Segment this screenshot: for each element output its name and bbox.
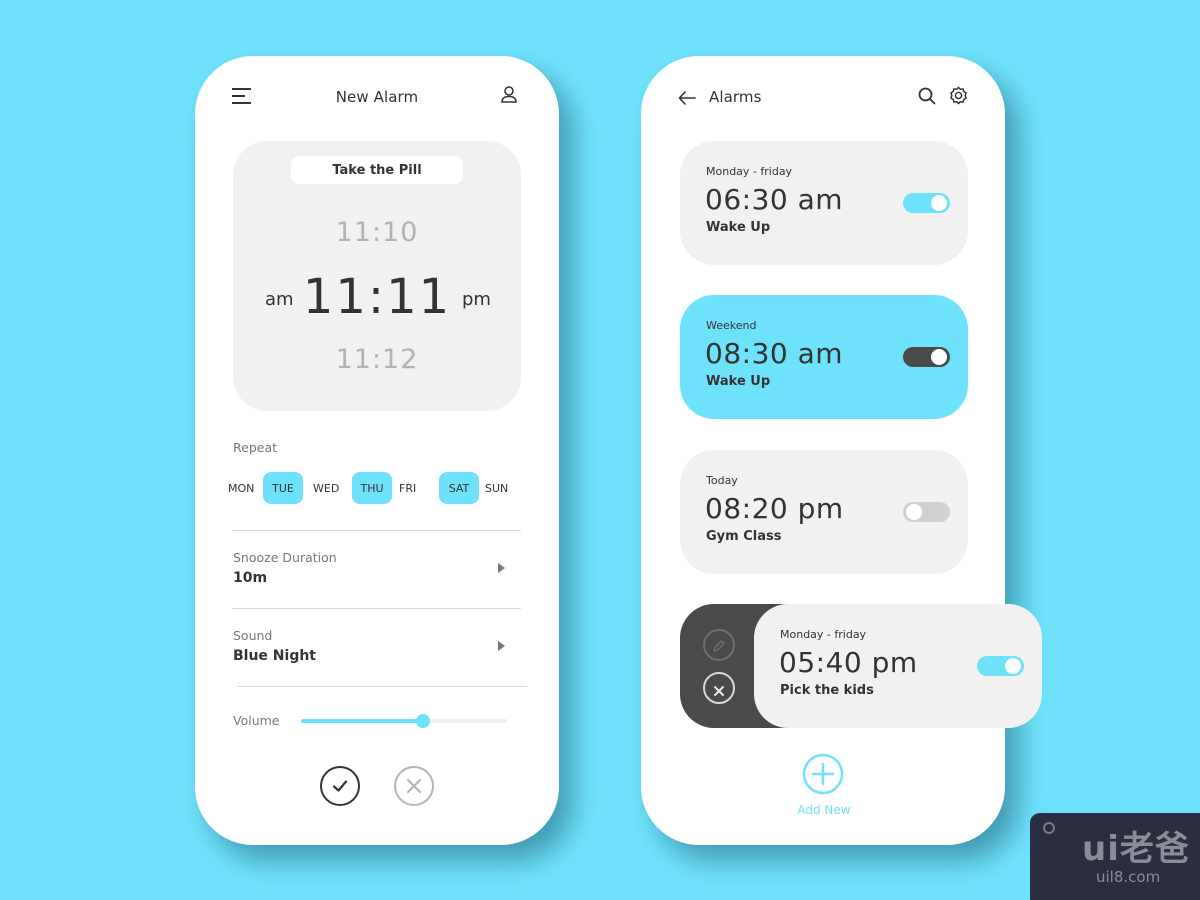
sound-label: Sound — [233, 628, 273, 643]
divider — [232, 608, 521, 609]
edit-button[interactable] — [703, 629, 735, 661]
search-icon[interactable] — [918, 87, 936, 105]
alarm-name: Gym Class — [706, 529, 782, 544]
check-icon — [331, 777, 349, 795]
plus-circle-icon — [802, 753, 844, 795]
alarm-card[interactable]: Today 08:20 pm Gym Class — [680, 450, 968, 574]
alarm-label-field[interactable]: Take the Pill — [291, 156, 463, 184]
confirm-button[interactable] — [320, 766, 360, 806]
time-picker[interactable]: Take the Pill 11:10 11:11 11:12 am pm — [233, 141, 521, 411]
alarm-toggle[interactable] — [903, 193, 950, 213]
close-icon — [713, 682, 725, 696]
chevron-right-icon — [498, 563, 505, 573]
day-mon[interactable]: MON — [228, 472, 254, 504]
day-wed[interactable]: WED — [313, 472, 339, 504]
toggle-knob — [906, 504, 922, 520]
add-new-label: Add New — [797, 803, 851, 817]
divider — [232, 530, 521, 531]
toggle-knob — [931, 195, 947, 211]
volume-label: Volume — [233, 713, 280, 728]
volume-slider-handle[interactable] — [415, 714, 430, 728]
alarm-days: Weekend — [706, 319, 757, 332]
arrow-left-icon[interactable] — [678, 90, 696, 105]
snooze-duration-label: Snooze Duration — [233, 550, 337, 565]
repeat-label: Repeat — [233, 440, 278, 455]
alarm-name: Pick the kids — [780, 683, 874, 698]
volume-slider[interactable] — [301, 714, 507, 728]
alarm-time: 06:30 am — [705, 183, 844, 216]
alarm-days: Monday - friday — [706, 165, 793, 178]
watermark-url: uil8.com — [1096, 868, 1161, 886]
day-sat[interactable]: SAT — [439, 472, 479, 504]
chevron-right-icon — [498, 641, 505, 651]
alarm-toggle[interactable] — [903, 502, 950, 522]
day-sun[interactable]: SUN — [485, 472, 508, 504]
alarm-card[interactable]: Weekend 08:30 am Wake Up — [680, 295, 968, 419]
alarm-item-swiped[interactable]: Monday - friday 05:40 pm Pick the kids — [680, 604, 1080, 728]
alarm-days: Today — [706, 474, 738, 487]
alarms-screen: Alarms Monday - friday 06:30 am Wake Up Wee… — [641, 56, 1042, 845]
alarm-days: Monday - friday — [780, 628, 867, 641]
snooze-duration-value: 10m — [233, 570, 268, 586]
alarm-time: 08:30 am — [705, 337, 844, 370]
divider — [237, 686, 527, 687]
close-icon — [406, 778, 422, 794]
day-tue[interactable]: TUE — [263, 472, 303, 504]
page-title: Alarms — [709, 88, 762, 106]
alarm-card[interactable]: Monday - friday 05:40 pm Pick the kids — [754, 604, 1042, 728]
alarm-toggle[interactable] — [977, 656, 1024, 676]
gear-icon[interactable] — [949, 86, 968, 105]
day-fri[interactable]: FRI — [399, 472, 416, 504]
alarm-toggle[interactable] — [903, 347, 950, 367]
delete-button[interactable] — [703, 672, 735, 704]
user-icon[interactable] — [501, 86, 517, 104]
alarm-name: Wake Up — [706, 374, 771, 389]
toggle-knob — [1005, 658, 1021, 674]
pencil-icon — [712, 638, 726, 652]
cancel-button[interactable] — [394, 766, 434, 806]
toggle-knob — [931, 349, 947, 365]
alarm-time: 08:20 pm — [705, 492, 844, 525]
sound-row[interactable]: Sound Blue Night — [195, 610, 559, 686]
snooze-duration-row[interactable]: Snooze Duration 10m — [195, 532, 559, 608]
watermark-badge: ui老爸 uil8.com — [1030, 813, 1200, 900]
watermark-logo: ui老爸 — [1082, 829, 1190, 869]
next-time-option[interactable]: 11:12 — [233, 344, 521, 375]
sound-value: Blue Night — [233, 648, 317, 664]
hole-icon — [1043, 822, 1055, 834]
repeat-day-selector: MON TUE WED THU FRI SAT SUN — [228, 472, 524, 504]
volume-slider-fill — [301, 719, 423, 723]
day-thu[interactable]: THU — [352, 472, 392, 504]
pm-option[interactable]: pm — [462, 289, 491, 310]
previous-time-option[interactable]: 11:10 — [233, 217, 521, 248]
alarm-time: 05:40 pm — [779, 646, 918, 679]
new-alarm-screen: New Alarm Take the Pill 11:10 11:11 11:1… — [195, 56, 559, 845]
alarm-card[interactable]: Monday - friday 06:30 am Wake Up — [680, 141, 968, 265]
am-option[interactable]: am — [265, 289, 294, 310]
alarm-name: Wake Up — [706, 220, 771, 235]
